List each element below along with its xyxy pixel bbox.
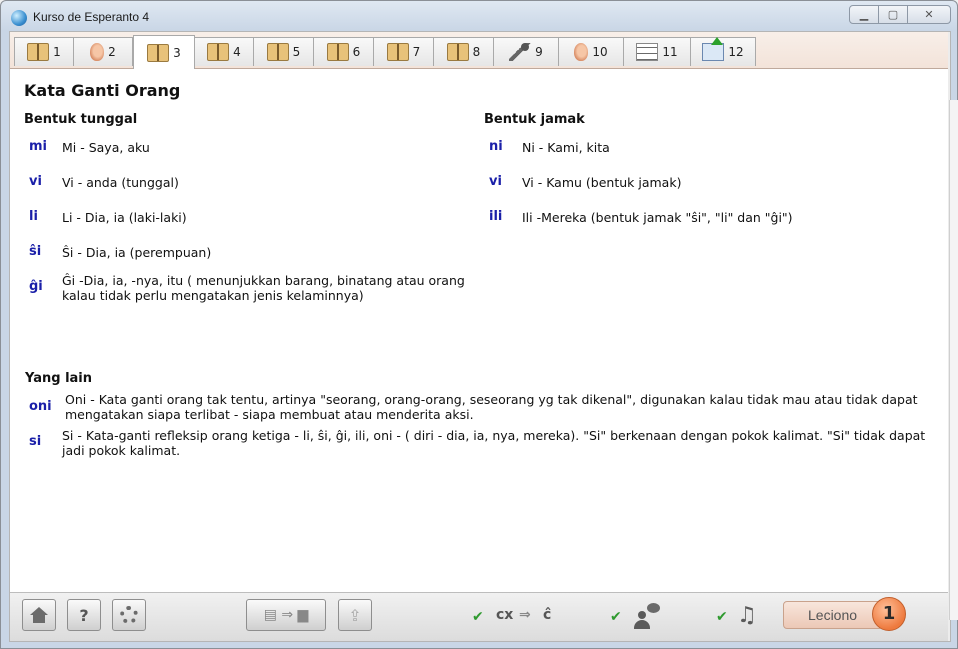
- pronoun-definition: Mi - Saya, aku: [62, 140, 150, 155]
- pronoun-word: si: [29, 434, 42, 449]
- lesson-title: Kata Ganti Orang: [24, 81, 181, 100]
- pronoun-word: li: [29, 209, 38, 224]
- tab-8[interactable]: 8: [433, 37, 494, 66]
- window-title: Kurso de Esperanto 4: [33, 10, 150, 24]
- cx-toggle-checkbox[interactable]: ✔: [472, 609, 484, 625]
- minimize-button[interactable]: ▁: [849, 5, 879, 24]
- book-icon: [326, 43, 349, 61]
- tab-10[interactable]: 10: [558, 37, 624, 66]
- arrow-icon: ⇒: [519, 607, 531, 623]
- pronoun-word: ili: [489, 209, 503, 224]
- export-button[interactable]: ⇪: [338, 599, 372, 631]
- tab-3[interactable]: 3: [133, 35, 195, 69]
- book-icon: [207, 43, 230, 61]
- pronoun-definition: Vi - anda (tunggal): [62, 175, 179, 190]
- home-button[interactable]: [22, 599, 56, 631]
- ear-icon: [574, 43, 589, 61]
- pronoun-definition: Ĝi -Dia, ia, -nya, itu ( menunjukkan bar…: [62, 273, 465, 303]
- tab-6[interactable]: 6: [313, 37, 374, 66]
- pronoun-definition: Oni - Kata ganti orang tak tentu, artiny…: [65, 392, 918, 422]
- pronoun-definition: Ŝi - Dia, ia (perempuan): [62, 245, 212, 260]
- client-area: 1 2 3 4 5 6 7 8 9 10 11 12 Kata Ganti Or…: [9, 31, 951, 642]
- pronoun-definition: Ni - Kami, kita: [522, 140, 610, 155]
- pronoun-definition: Vi - Kamu (bentuk jamak): [522, 175, 682, 190]
- window-controls: ▁ ▢ ✕: [849, 5, 951, 24]
- inbox-upload-icon: ⇪: [348, 605, 362, 625]
- tab-bar: 1 2 3 4 5 6 7 8 9 10 11 12: [10, 32, 948, 69]
- title-bar: Kurso de Esperanto 4 ▁ ▢ ✕: [1, 1, 957, 31]
- book-icon: [27, 43, 50, 61]
- pronoun-word: ŝi: [29, 244, 42, 259]
- settings-button[interactable]: [112, 599, 146, 631]
- tab-1[interactable]: 1: [14, 37, 74, 66]
- ear-icon: [90, 43, 105, 61]
- lesson-content: Kata Ganti Orang Bentuk tunggal Bentuk j…: [10, 69, 948, 592]
- pronoun-definition: Ili -Mereka (bentuk jamak "ŝi", "li" dan…: [522, 210, 793, 225]
- pronoun-word: oni: [29, 399, 52, 414]
- pronoun-word: mi: [29, 139, 48, 154]
- print-button[interactable]: ▤ ⇒ ▆: [246, 599, 326, 631]
- maximize-button[interactable]: ▢: [878, 5, 908, 24]
- bottom-toolbar: ? ▤ ⇒ ▆ ⇪ ✔ cx ⇒ ĉ ✔ ✔ ♫ Leciono 1: [10, 592, 948, 641]
- music-note-icon: ♫: [737, 603, 757, 628]
- gear-icon: [120, 606, 138, 624]
- tab-7[interactable]: 7: [373, 37, 434, 66]
- speech-toggle-checkbox[interactable]: ✔: [610, 609, 622, 625]
- book-icon: [147, 43, 170, 62]
- close-button[interactable]: ✕: [907, 5, 951, 24]
- others-heading: Yang lain: [25, 371, 93, 386]
- help-button[interactable]: ?: [67, 599, 101, 631]
- tab-2[interactable]: 2: [73, 37, 133, 66]
- app-window: Kurso de Esperanto 4 ▁ ▢ ✕ 1 2 3 4 5 6 7…: [0, 0, 958, 649]
- tab-9[interactable]: 9: [493, 37, 559, 66]
- book-icon: [386, 43, 409, 61]
- tab-11[interactable]: 11: [623, 37, 691, 66]
- pronoun-word: vi: [489, 174, 502, 189]
- home-icon: [30, 607, 48, 623]
- checklist-icon: [636, 43, 659, 61]
- speaking-person-icon: [634, 603, 660, 629]
- help-icon: ?: [79, 605, 89, 625]
- cx-result: ĉ: [543, 607, 552, 623]
- book-icon: [446, 43, 469, 61]
- send-mail-icon: [702, 37, 725, 61]
- globe-icon: [11, 10, 27, 26]
- pronoun-definition: Si - Kata-ganti refleksip orang ketiga -…: [62, 428, 926, 458]
- plural-heading: Bentuk jamak: [484, 112, 585, 127]
- background-window-edge: [949, 100, 958, 620]
- pronoun-word: ĝi: [29, 279, 43, 294]
- lesson-number-badge: 1: [872, 597, 906, 631]
- pronoun-word: vi: [29, 174, 42, 189]
- tab-5[interactable]: 5: [253, 37, 314, 66]
- pronoun-word: ni: [489, 139, 503, 154]
- tab-12[interactable]: 12: [690, 37, 756, 66]
- cx-label: cx: [496, 607, 514, 623]
- lesson-button[interactable]: Leciono: [783, 601, 883, 629]
- tab-4[interactable]: 4: [194, 37, 254, 66]
- pronoun-definition: Li - Dia, ia (laki-laki): [62, 210, 187, 225]
- singular-heading: Bentuk tunggal: [24, 112, 138, 127]
- book-icon: [266, 43, 289, 61]
- music-toggle-checkbox[interactable]: ✔: [716, 609, 728, 625]
- documents-to-printer-icon: ▤ ⇒ ▆: [263, 607, 309, 623]
- microphone-icon: [509, 43, 532, 61]
